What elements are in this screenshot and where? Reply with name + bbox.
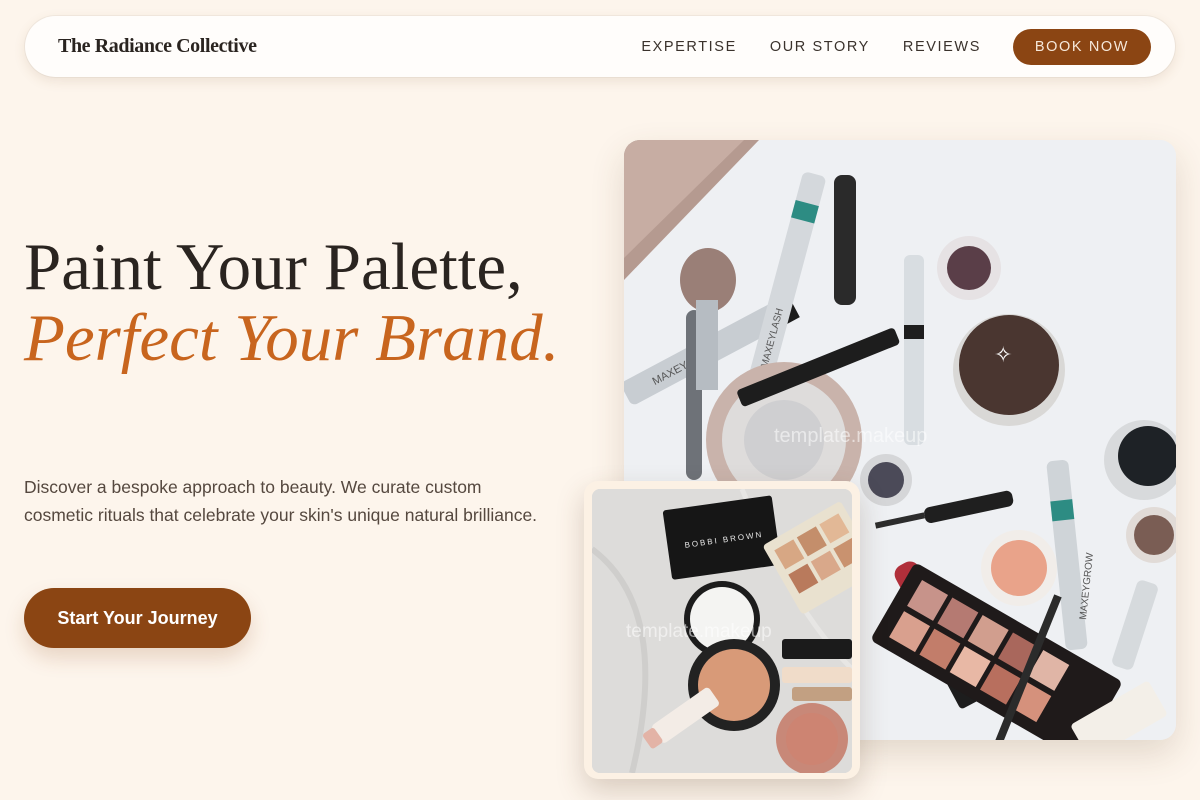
hero-title-accent: Perfect Your Brand. xyxy=(24,301,560,375)
brand-logo[interactable]: The Radiance Collective xyxy=(58,35,257,58)
secondary-image-frame: BOBBI BROWN template.makeup xyxy=(584,481,860,779)
secondary-image-compacts: BOBBI BROWN template.makeup xyxy=(592,489,852,773)
hero-title: Paint Your Palette, Perfect Your Brand. xyxy=(24,232,584,374)
nav-link-our-story[interactable]: OUR STORY xyxy=(770,39,870,55)
bow-icon: ✧ xyxy=(994,342,1012,367)
hero-title-line1: Paint Your Palette, xyxy=(24,230,523,304)
nav-right: EXPERTISE OUR STORY REVIEWS BOOK NOW xyxy=(641,28,1151,65)
book-now-button[interactable]: BOOK NOW xyxy=(1013,28,1151,65)
nav-link-reviews[interactable]: REVIEWS xyxy=(903,39,981,55)
top-nav: The Radiance Collective EXPERTISE OUR ST… xyxy=(25,16,1175,77)
start-journey-button[interactable]: Start Your Journey xyxy=(24,588,251,648)
compacts-illustration: BOBBI BROWN xyxy=(592,489,852,773)
hero-description: Discover a bespoke approach to beauty. W… xyxy=(24,477,538,525)
nav-link-expertise[interactable]: EXPERTISE xyxy=(641,39,737,55)
